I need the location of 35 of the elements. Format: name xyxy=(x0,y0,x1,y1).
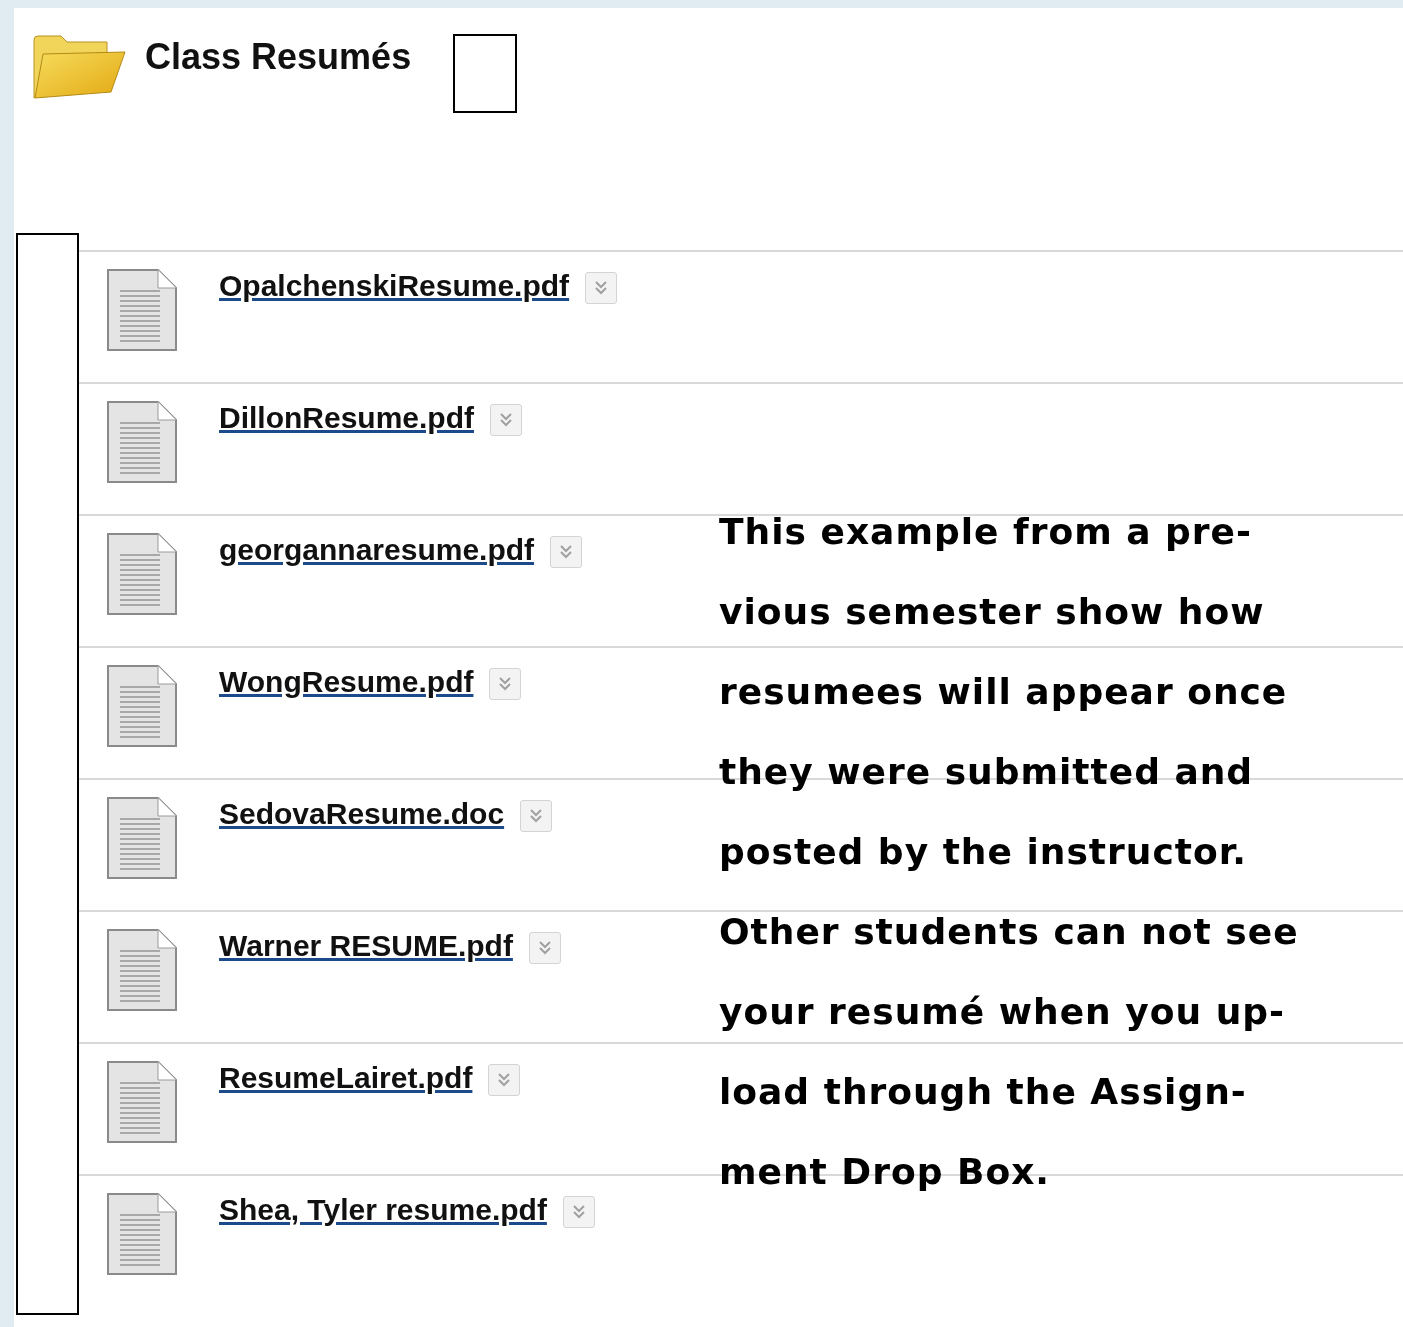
options-button[interactable] xyxy=(520,800,553,832)
file-link[interactable]: ResumeLairet.pdf xyxy=(219,1060,473,1096)
file-link[interactable]: WongResume.pdf xyxy=(219,664,474,700)
options-button[interactable] xyxy=(585,272,618,304)
options-button[interactable] xyxy=(562,1196,595,1228)
chevron-icon xyxy=(594,281,609,295)
chevron-icon xyxy=(571,1205,586,1219)
options-button[interactable] xyxy=(528,932,561,964)
document-icon xyxy=(106,400,178,484)
document-icon xyxy=(106,796,178,880)
file-link[interactable]: Warner RESUME.pdf xyxy=(219,928,513,964)
document-icon xyxy=(106,268,178,352)
file-link[interactable]: OpalchenskiResume.pdf xyxy=(219,268,570,304)
options-button[interactable] xyxy=(488,1064,521,1096)
file-link[interactable]: Shea, Tyler resume.pdf xyxy=(219,1192,547,1228)
file-link[interactable]: SedovaResume.doc xyxy=(219,796,505,832)
document-icon xyxy=(106,928,178,1012)
chevron-icon xyxy=(497,1073,512,1087)
chevron-icon xyxy=(559,545,574,559)
document-icon xyxy=(106,1192,178,1276)
options-button[interactable] xyxy=(490,404,522,436)
options-button[interactable] xyxy=(550,536,583,568)
file-link[interactable]: georgannaresume.pdf xyxy=(219,532,535,568)
chevron-icon xyxy=(498,677,513,691)
document-icon xyxy=(106,532,178,616)
folder-title: Class Resumés xyxy=(145,36,412,78)
document-icon xyxy=(106,664,178,748)
folder-icon xyxy=(33,34,127,100)
annotation-text: This example from a pre- vious semester show how resumees will appear once they were submitted and posted by the instructor. Other students can not see your resumé when you up- load through the Assign- ment Drop Box. xyxy=(719,510,1299,1194)
document-icon xyxy=(106,1060,178,1144)
chevron-icon xyxy=(499,413,513,427)
options-button[interactable] xyxy=(489,668,522,700)
file-link[interactable]: DillonResume.pdf xyxy=(219,400,474,436)
chevron-icon xyxy=(537,941,552,955)
chevron-icon xyxy=(529,809,544,823)
